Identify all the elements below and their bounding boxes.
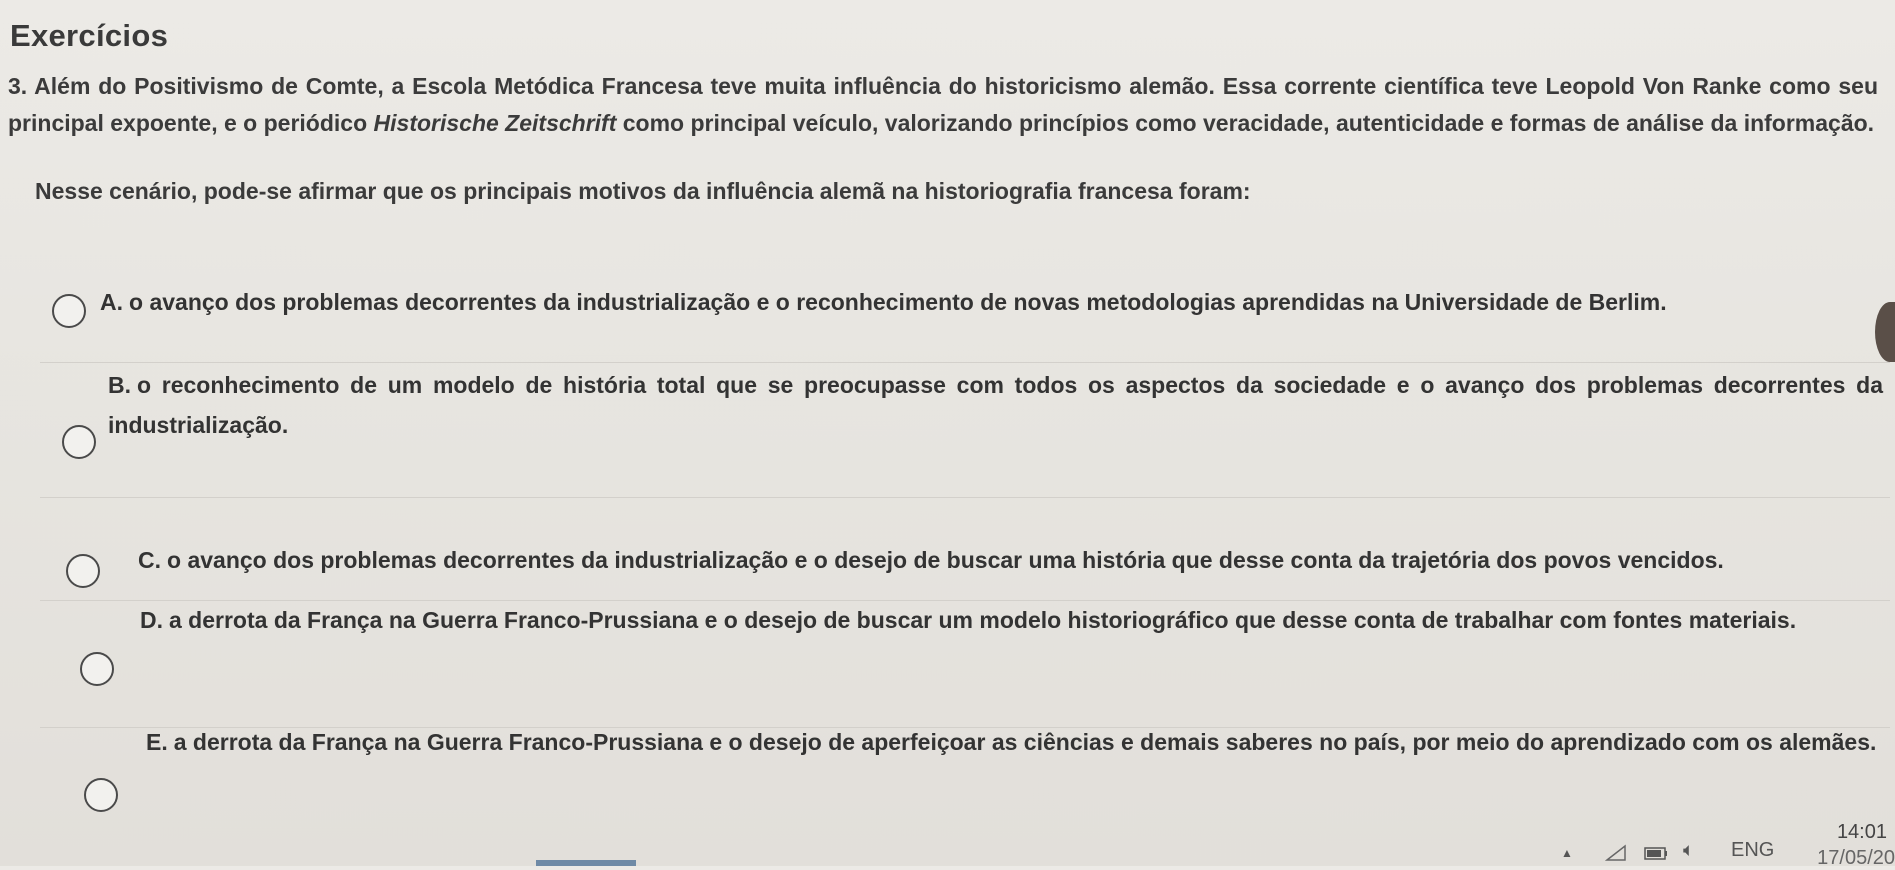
option-letter: E.: [146, 729, 168, 755]
option-label: a derrota da França na Guerra Franco-Pru…: [173, 729, 1877, 755]
speaker-icon[interactable]: 🔈︎: [1683, 840, 1694, 862]
exercise-page: Exercícios 3. Além do Positivismo de Com…: [0, 0, 1895, 869]
option-e[interactable]: E. a derrota da França na Guerra Franco-P…: [0, 722, 1895, 842]
clock-time[interactable]: 14:01: [1837, 821, 1887, 844]
option-a[interactable]: A. o avanço dos problemas decorrentes da …: [0, 270, 1895, 330]
option-c[interactable]: C. o avanço dos problemas decorrentes da …: [0, 500, 1895, 588]
radio-option-c[interactable]: [66, 554, 100, 588]
taskbar-app-indicator[interactable]: [536, 860, 636, 866]
screen-edge-shadow: [1875, 302, 1895, 362]
journal-title: Historische Zeitschrift: [373, 110, 617, 136]
language-indicator[interactable]: ENG: [1731, 839, 1774, 862]
option-label: o reconhecimento de um modelo de históri…: [108, 372, 1883, 438]
option-b[interactable]: B. o reconhecimento de um modelo de histó…: [0, 365, 1895, 475]
option-d[interactable]: D. a derrota da França na Guerra Franco-P…: [0, 600, 1895, 715]
divider: [40, 362, 1890, 363]
question-text: 3. Além do Positivismo de Comte, a Escol…: [8, 68, 1878, 142]
radio-option-d[interactable]: [80, 652, 114, 686]
page-title: Exercícios: [10, 18, 169, 53]
chevron-up-icon[interactable]: ▲: [1561, 846, 1573, 860]
option-letter: D.: [140, 607, 163, 633]
question-prompt: Nesse cenário, pode-se afirmar que os pr…: [35, 178, 1251, 204]
option-letter: C.: [138, 547, 161, 573]
option-label: a derrota da França na Guerra Franco-Pru…: [169, 607, 1797, 633]
option-label: o avanço dos problemas decorrentes da in…: [129, 289, 1667, 315]
question-continuation: como principal veículo, valorizando prin…: [616, 110, 1875, 136]
option-letter: B.: [108, 372, 131, 398]
option-letter: A.: [100, 289, 123, 315]
battery-icon[interactable]: [1643, 844, 1669, 862]
radio-option-b[interactable]: [62, 425, 96, 459]
divider: [40, 497, 1890, 498]
wifi-icon[interactable]: [1605, 844, 1627, 862]
option-label: o avanço dos problemas decorrentes da in…: [167, 547, 1724, 573]
radio-option-e[interactable]: [84, 778, 118, 812]
clock-date[interactable]: 17/05/20: [1817, 847, 1895, 870]
radio-option-a[interactable]: [52, 294, 86, 328]
